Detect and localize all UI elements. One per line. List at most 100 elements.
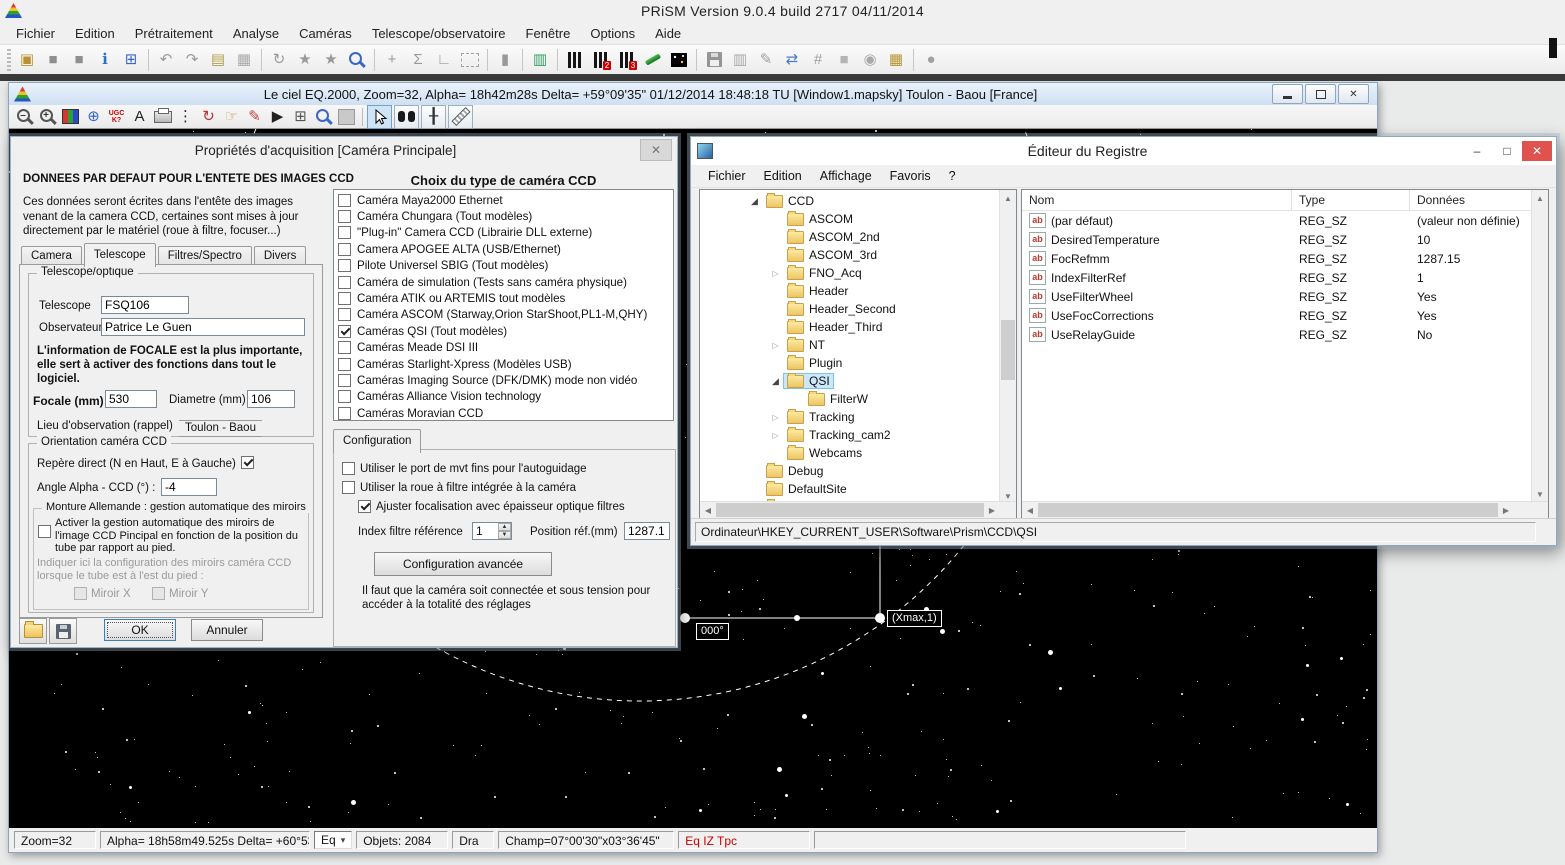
plot-axes-icon[interactable]: ∟	[431, 47, 457, 73]
tree-vertical-scrollbar[interactable]: ▲ ▼	[999, 190, 1016, 504]
tab-configuration[interactable]: Configuration	[333, 429, 421, 453]
position-ref-input[interactable]	[624, 522, 670, 540]
print-icon[interactable]	[151, 106, 174, 128]
focus-adjust-checkbox[interactable]	[358, 500, 371, 513]
scroll-right-icon[interactable]: ▶	[984, 502, 1000, 518]
histogram-icon[interactable]	[562, 47, 588, 73]
rgb-grid-icon[interactable]	[59, 106, 82, 128]
camera-checkbox[interactable]	[338, 210, 351, 223]
minimize-button[interactable]: –	[1462, 141, 1492, 161]
telescope-icon[interactable]	[640, 47, 666, 73]
column-donnees[interactable]: Données	[1410, 190, 1530, 210]
registry-menu-?[interactable]: ?	[940, 167, 965, 185]
open-image-icon[interactable]: ▣	[14, 47, 40, 73]
registry-menu-affichage[interactable]: Affichage	[811, 167, 881, 185]
camera-checkbox[interactable]	[338, 358, 351, 371]
camera-option[interactable]: Caméras QSI (Tout modèles)	[334, 323, 673, 339]
binoculars-icon[interactable]	[394, 105, 419, 129]
sync-list-icon[interactable]: ⇄	[779, 47, 805, 73]
paste-icon[interactable]: ▦	[231, 47, 257, 73]
camera-option[interactable]: Caméras Imaging Source (DFK/DMK) mode no…	[334, 372, 673, 388]
rotate-icon[interactable]: ↻	[266, 47, 292, 73]
registry-menu-edition[interactable]: Edition	[755, 167, 811, 185]
menu-item-options[interactable]: Options	[580, 23, 645, 44]
globe-icon[interactable]: ⊕	[82, 106, 105, 128]
close-icon[interactable]: ✕	[640, 139, 672, 161]
tree-horizontal-scrollbar[interactable]: ◀ ▶	[700, 501, 1016, 518]
load-settings-button[interactable]	[19, 618, 47, 644]
ugc-catalog-icon[interactable]: UGCK?	[105, 106, 128, 128]
scroll-up-icon[interactable]: ▲	[1532, 190, 1548, 206]
tree-node-ascom[interactable]: ASCOM	[700, 210, 1000, 228]
angle-input[interactable]	[161, 478, 217, 496]
registry-titlebar[interactable]: Éditeur du Registre – □ ✕	[691, 137, 1556, 166]
miroir-y-checkbox[interactable]	[152, 587, 165, 600]
close-button[interactable]: ✕	[1338, 84, 1369, 104]
tree-node-tracking_cam2[interactable]: ▷Tracking_cam2	[700, 426, 1000, 444]
registry-menu-fichier[interactable]: Fichier	[699, 167, 755, 185]
menu-item-telescopeobservatoire[interactable]: Telescope/observatoire	[362, 23, 516, 44]
registry-value-row[interactable]: abUseRelayGuideREG_SZNo	[1022, 325, 1548, 344]
columns-icon[interactable]: ▥	[727, 47, 753, 73]
tree-node-defaultsite[interactable]: DefaultSite	[700, 480, 1000, 498]
tree-expander-icon[interactable]: ▷	[768, 413, 783, 422]
undo-icon[interactable]: ↶	[153, 47, 179, 73]
camera-option[interactable]: Caméras Starlight-Xpress (Modèles USB)	[334, 356, 673, 372]
tree-expander-icon[interactable]: ▷	[768, 341, 783, 350]
zoom-out-icon[interactable]: –	[13, 106, 36, 128]
ok-button[interactable]: OK	[104, 619, 176, 641]
play-icon[interactable]: ▶	[266, 106, 289, 128]
camera-checkbox[interactable]	[338, 325, 351, 338]
star-shift-icon[interactable]: ★	[292, 47, 318, 73]
registry-value-row[interactable]: abUseFilterWheelREG_SZYes	[1022, 287, 1548, 306]
camera-option[interactable]: Caméras Moravian CCD	[334, 405, 673, 421]
restore-button[interactable]	[1305, 84, 1336, 104]
telescope-input[interactable]	[101, 296, 189, 314]
spinner-down-icon[interactable]: ▼	[498, 531, 511, 539]
camera-checkbox[interactable]	[338, 194, 351, 207]
camera-option[interactable]: "Plug-in" Camera CCD (Librairie DLL exte…	[334, 225, 673, 241]
camera-checkbox[interactable]	[338, 374, 351, 387]
tree-node-ascom_3rd[interactable]: ASCOM_3rd	[700, 246, 1000, 264]
camera-option[interactable]: Pilote Universel SBIG (Tout modèles)	[334, 258, 673, 274]
scroll-thumb[interactable]	[1001, 320, 1015, 380]
menu-item-fichier[interactable]: Fichier	[6, 23, 65, 44]
rotate-field-icon[interactable]: ↻	[197, 106, 220, 128]
registry-value-row[interactable]: abUseFocCorrectionsREG_SZYes	[1022, 306, 1548, 325]
camera-option[interactable]: Caméra Chungara (Tout modèles)	[334, 208, 673, 224]
coordinate-mode-dropdown[interactable]: Eq ▾	[314, 831, 352, 849]
scroll-left-icon[interactable]: ◀	[700, 502, 716, 518]
tree-node-fno_acq[interactable]: ▷FNO_Acq	[700, 264, 1000, 282]
menu-item-edition[interactable]: Edition	[65, 23, 125, 44]
sigma-icon[interactable]: Σ	[405, 47, 431, 73]
crosshair-icon[interactable]: +	[379, 47, 405, 73]
scroll-thumb[interactable]	[716, 503, 984, 517]
square-gray-icon[interactable]: ■	[831, 47, 857, 73]
scroll-left-icon[interactable]: ◀	[1022, 502, 1038, 518]
close-button[interactable]: ✕	[1522, 141, 1552, 161]
blank-button[interactable]	[335, 106, 358, 128]
quill-icon[interactable]: ✎	[753, 47, 779, 73]
camera-checkbox[interactable]	[338, 243, 351, 256]
scroll-up-icon[interactable]: ▲	[1000, 190, 1016, 206]
observer-input[interactable]	[101, 318, 305, 336]
values-horizontal-scrollbar[interactable]: ◀ ▶	[1022, 501, 1548, 518]
camera-checkbox[interactable]	[338, 276, 351, 289]
camera-checkbox[interactable]	[338, 407, 351, 420]
camera-option[interactable]: Caméra Maya2000 Ethernet	[334, 192, 673, 208]
tree-node-header_third[interactable]: Header_Third	[700, 318, 1000, 336]
camera-checkbox[interactable]	[338, 226, 351, 239]
menu-item-analyse[interactable]: Analyse	[223, 23, 289, 44]
menu-item-aide[interactable]: Aide	[645, 23, 691, 44]
camera-stop2-icon[interactable]: ■	[66, 47, 92, 73]
save-sequence-icon[interactable]	[701, 47, 727, 73]
battery-icon[interactable]: ▮	[492, 47, 518, 73]
scroll-down-icon[interactable]: ▼	[1532, 486, 1548, 502]
diametre-input[interactable]	[247, 390, 295, 408]
menu-item-camras[interactable]: Caméras	[289, 23, 362, 44]
tree-node-header_second[interactable]: Header_Second	[700, 300, 1000, 318]
dialog-titlebar[interactable]: Propriétés d'acquisition [Caméra Princip…	[11, 137, 677, 163]
tree-expander-icon[interactable]: ◢	[768, 376, 783, 387]
spinner-up-icon[interactable]: ▲	[498, 523, 511, 531]
minimize-button[interactable]	[1272, 84, 1303, 104]
